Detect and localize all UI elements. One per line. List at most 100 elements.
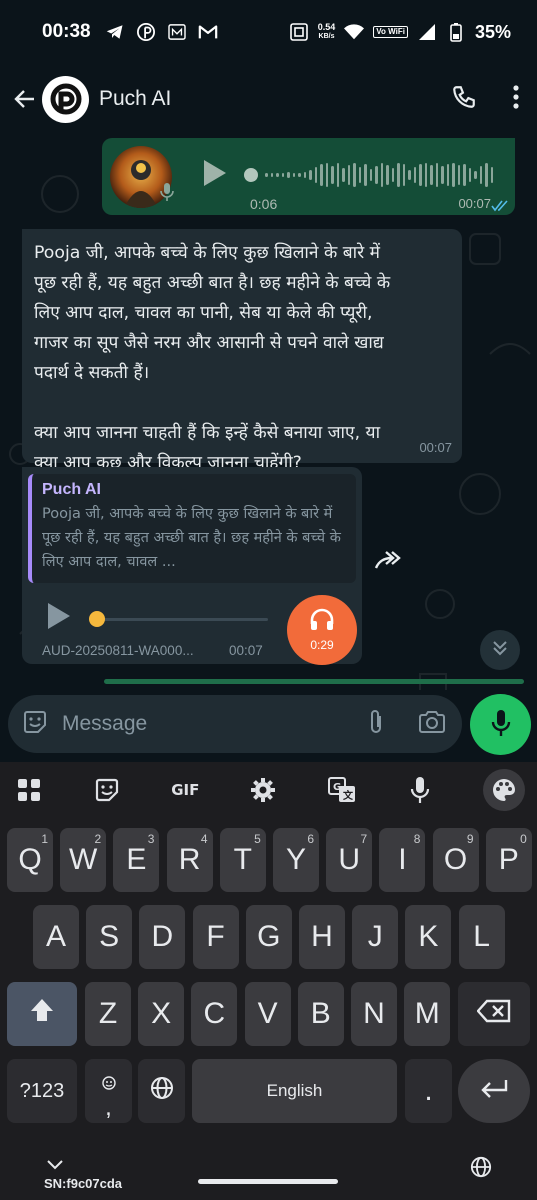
message-text: Pooja जी, आपके बच्चे के लिए कुछ खिलाने क… (34, 243, 391, 473)
key-d[interactable]: D (139, 905, 186, 969)
key-j[interactable]: J (352, 905, 399, 969)
shift-key[interactable] (7, 982, 77, 1046)
sticker-icon[interactable] (92, 775, 122, 805)
key-e[interactable]: E3 (113, 828, 160, 892)
key-label: U (338, 843, 361, 876)
key-label: Q (18, 843, 42, 876)
key-n[interactable]: N (351, 982, 397, 1046)
incoming-audio-reply[interactable]: Puch AI Pooja जी, आपके बच्चे के लिए कुछ … (22, 467, 362, 665)
next-message-edge (104, 679, 524, 684)
key-h[interactable]: H (299, 905, 345, 969)
apps-grid-icon[interactable] (14, 775, 44, 805)
key-label: T (233, 843, 252, 876)
play-icon[interactable] (46, 601, 72, 635)
key-w[interactable]: W2 (60, 828, 107, 892)
pinterest-icon (136, 22, 156, 42)
period-key[interactable]: . (405, 1059, 452, 1123)
key-z[interactable]: Z (85, 982, 131, 1046)
symbols-key[interactable]: ?123 (7, 1059, 77, 1123)
navigation-bar: SN:f9c07cda (0, 1152, 537, 1200)
mic-icon (491, 709, 511, 741)
audio-waveform[interactable] (244, 160, 494, 190)
message-composer (8, 695, 462, 753)
key-i[interactable]: I8 (379, 828, 426, 892)
headphones-button[interactable]: 0:29 (287, 595, 357, 665)
svg-text:G: G (333, 782, 341, 793)
more-vert-icon[interactable] (513, 85, 519, 113)
key-o[interactable]: O9 (432, 828, 479, 892)
voice-duration: 0:06 (250, 196, 278, 212)
key-g[interactable]: G (245, 905, 292, 969)
scroll-to-bottom-button[interactable] (480, 630, 520, 670)
translate-icon[interactable]: G文 (327, 775, 357, 805)
key-s[interactable]: S (86, 905, 133, 969)
audio-duration: 00:07 (229, 643, 263, 658)
key-b[interactable]: B (297, 982, 344, 1046)
sticker-emoji-icon[interactable] (22, 709, 48, 739)
key-hint: 7 (360, 832, 368, 846)
key-hint: 8 (413, 832, 421, 846)
settings-icon[interactable] (248, 775, 278, 805)
key-v[interactable]: V (244, 982, 291, 1046)
message-time: 00:07 (419, 440, 452, 455)
language-key[interactable] (138, 1059, 185, 1123)
notification-icons (105, 22, 218, 42)
outgoing-voice-message[interactable]: 0:06 00:07 (102, 138, 515, 215)
play-icon[interactable] (202, 158, 228, 192)
key-label: O (443, 843, 468, 876)
camera-icon[interactable] (418, 710, 446, 738)
key-k[interactable]: K (405, 905, 452, 969)
gesture-handle[interactable] (198, 1179, 338, 1184)
playback-knob[interactable] (244, 168, 258, 182)
key-x[interactable]: X (138, 982, 185, 1046)
chat-area[interactable]: 0:06 00:07 Pooja जी, आपके बच्चे के लिए क… (0, 134, 537, 690)
voice-record-button[interactable] (470, 694, 531, 755)
key-t[interactable]: T5 (219, 828, 266, 892)
chat-header: Puch AI (0, 64, 537, 134)
key-r[interactable]: R4 (166, 828, 213, 892)
playback-knob[interactable] (89, 611, 105, 627)
double-chevron-down-icon (491, 639, 509, 661)
avatar[interactable] (42, 75, 89, 123)
incoming-text-message[interactable]: Pooja जी, आपके बच्चे के लिए कुछ खिलाने क… (22, 229, 462, 473)
key-hint: 1 (41, 832, 48, 846)
chat-title[interactable]: Puch AI (99, 87, 171, 111)
status-bar: 00:38 0.54 KB/s Vo WiFi 35% (0, 0, 537, 64)
quoted-message[interactable]: Puch AI Pooja जी, आपके बच्चे के लिए कुछ … (28, 474, 356, 583)
gmail-icon (198, 22, 218, 42)
app-m-icon (167, 22, 187, 42)
keyboard-hide-chevron-icon[interactable] (46, 1156, 64, 1175)
key-m[interactable]: M (404, 982, 451, 1046)
key-l[interactable]: L (458, 905, 505, 969)
key-y[interactable]: Y6 (273, 828, 319, 892)
space-key[interactable]: English (192, 1059, 397, 1123)
forward-icon[interactable] (374, 550, 404, 574)
key-q[interactable]: Q1 (7, 828, 53, 892)
key-hint: 2 (94, 832, 102, 846)
phone-icon[interactable] (451, 84, 477, 114)
mic-icon[interactable] (405, 775, 435, 805)
back-arrow-icon[interactable] (10, 84, 40, 114)
signal-icon (417, 22, 437, 42)
key-p[interactable]: P0 (485, 828, 532, 892)
on-screen-keyboard: GIF G文 Q1W2E3R4T5Y6U7I8O9P0 ASDFGHJKL ZX… (0, 762, 537, 1200)
emoji-comma-key[interactable]: , (85, 1059, 132, 1123)
key-a[interactable]: A (33, 905, 79, 969)
globe-icon (150, 1074, 174, 1108)
key-label: E (126, 843, 147, 876)
net-speed: 0.54 KB/s (317, 22, 336, 41)
keyboard-toolbar: GIF G文 (0, 762, 537, 818)
audio-progress-track[interactable] (90, 618, 268, 621)
gif-button[interactable]: GIF (170, 775, 200, 805)
palette-icon[interactable] (482, 769, 525, 811)
globe-icon[interactable] (470, 1156, 492, 1182)
message-input[interactable] (62, 712, 368, 736)
serial-number: SN:f9c07cda (44, 1176, 123, 1191)
attach-icon[interactable] (368, 708, 384, 740)
backspace-key[interactable] (458, 982, 530, 1046)
key-f[interactable]: F (192, 905, 239, 969)
key-u[interactable]: U7 (326, 828, 373, 892)
vowifi-badge: Vo WiFi (373, 26, 408, 38)
enter-key[interactable] (458, 1059, 530, 1123)
key-c[interactable]: C (191, 982, 238, 1046)
